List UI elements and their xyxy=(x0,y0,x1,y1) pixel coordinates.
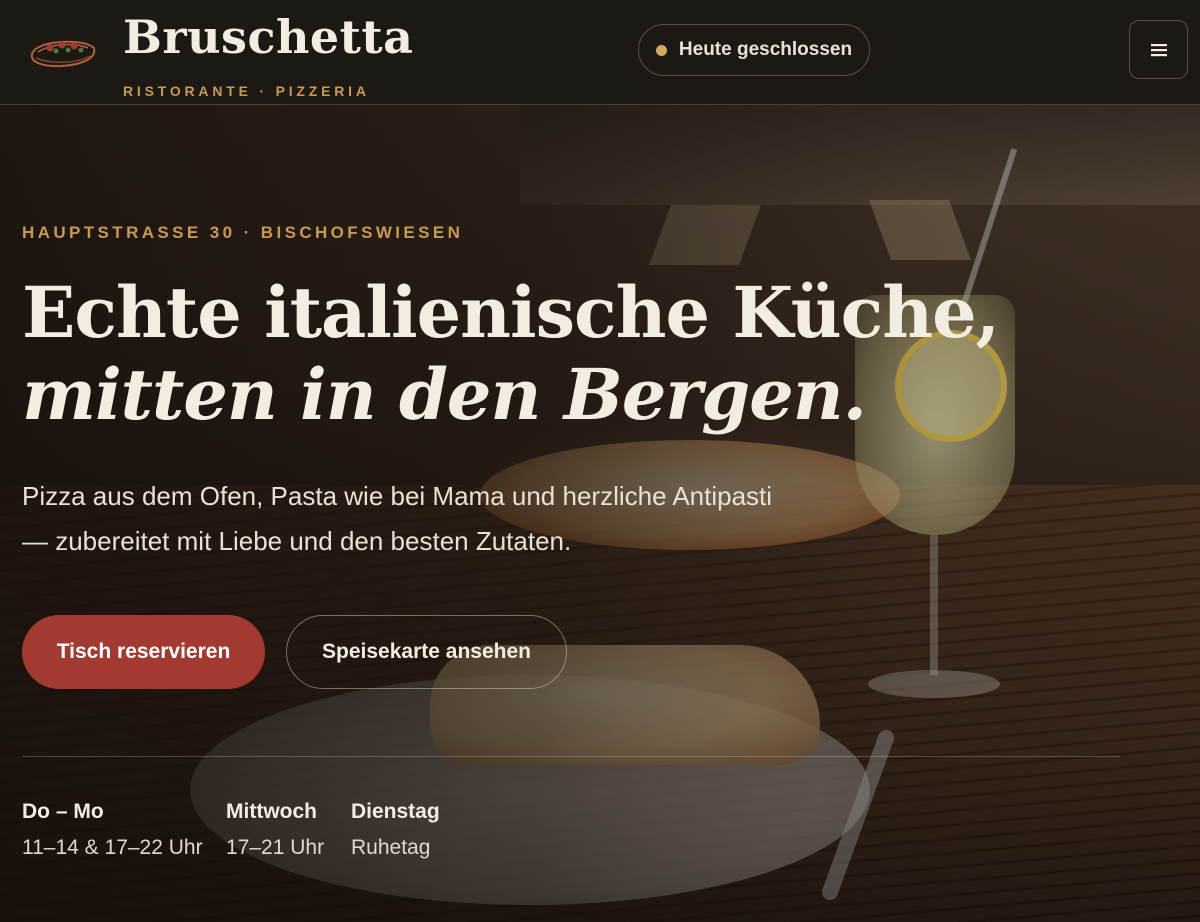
hero-headline: Echte italienische Küche, mitten in den … xyxy=(22,272,1022,436)
site-header: Bruschetta RISTORANTE · PIZZERIA Heute g… xyxy=(0,0,1200,105)
hero-description: Pizza aus dem Ofen, Pasta wie bei Mama u… xyxy=(22,481,773,556)
brand-subtitle: RISTORANTE · PIZZERIA xyxy=(123,83,370,99)
hours-time: Ruhetag xyxy=(351,836,431,859)
bruschetta-logo-icon[interactable] xyxy=(26,26,98,72)
menu-button[interactable] xyxy=(1129,20,1188,79)
status-dot-icon xyxy=(655,44,667,56)
hours-time: 17–21 Uhr xyxy=(226,836,325,859)
address-eyebrow: HAUPTSTRASSE 30 · BISCHOFSWIESEN xyxy=(22,223,464,242)
hours-block-mittwoch: Mittwoch 17–21 Uhr xyxy=(226,800,324,860)
hamburger-menu-icon xyxy=(1150,43,1167,56)
brand-name[interactable]: Bruschetta xyxy=(123,10,413,64)
hours-day: Do – Mo xyxy=(22,800,104,823)
hero-divider xyxy=(22,756,1120,757)
view-menu-button[interactable]: Speisekarte ansehen xyxy=(286,615,567,689)
hours-day: Mittwoch xyxy=(226,800,317,823)
opening-status-badge: Heute geschlossen xyxy=(638,24,870,76)
hours-block-dienstag: Dienstag Ruhetag xyxy=(351,800,440,860)
hours-day: Dienstag xyxy=(351,800,440,823)
status-text: Heute geschlossen xyxy=(678,39,853,60)
hours-time: 11–14 & 17–22 Uhr xyxy=(22,836,203,859)
headline-line-2: mitten in den Bergen. xyxy=(22,353,867,436)
hours-block-do-mo: Do – Mo 11–14 & 17–22 Uhr xyxy=(22,800,203,860)
reserve-table-button[interactable]: Tisch reservieren xyxy=(22,615,265,689)
headline-line-1: Echte italienische Küche, xyxy=(22,271,1000,354)
